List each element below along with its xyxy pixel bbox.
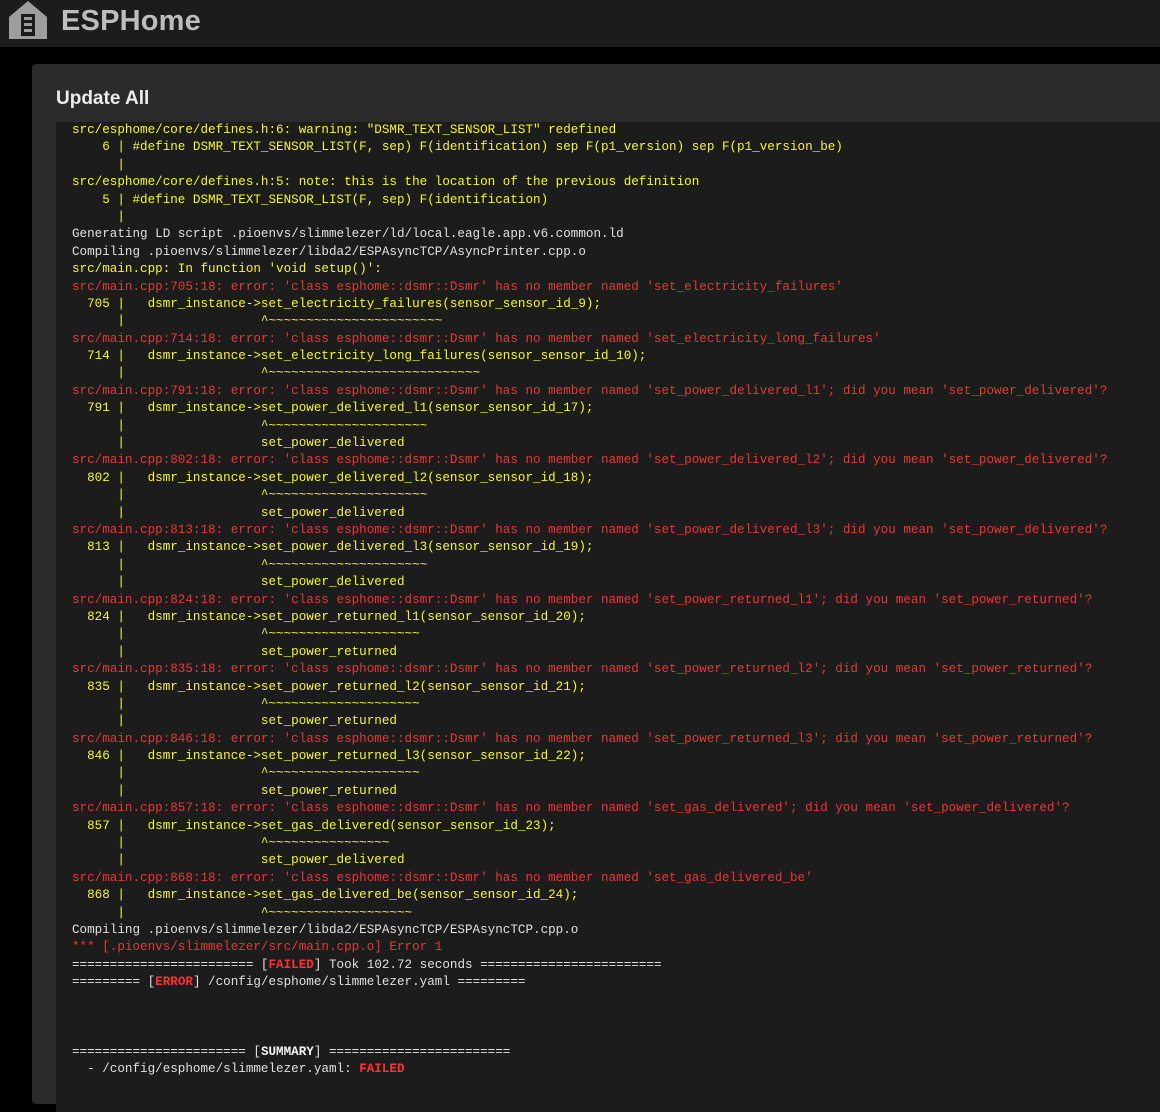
log-line: | ^~~~~~~~~~~~~~~~~~~~~~	[72, 418, 428, 433]
log-line: | ^~~~~~~~~~~~~~~~~~~~~~~~	[72, 314, 443, 329]
update-all-dialog: Update All src/esphome/core/defines.h:6:…	[32, 64, 1160, 1112]
log-line-segment: FAILED	[268, 957, 314, 972]
log-line: ========= [ERROR] /config/esphome/slimme…	[72, 974, 1160, 991]
log-line: | ^~~~~~~~~~~~~~~~~~~~	[72, 905, 413, 920]
log-line: | ^~~~~~~~~~~~~~~~~	[72, 836, 390, 851]
log-line: src/main.cpp:813:18: error: 'class espho…	[72, 522, 1108, 537]
esphome-house-icon[interactable]	[8, 0, 48, 40]
log-line: src/main.cpp:802:18: error: 'class espho…	[72, 453, 1108, 468]
log-line: | ^~~~~~~~~~~~~~~~~~~~~~~~~~~~~	[72, 366, 481, 381]
app-brand-title: ESPHome	[61, 5, 201, 37]
log-line: 714 | dsmr_instance->set_electricity_lon…	[72, 349, 647, 364]
log-line: src/main.cpp:791:18: error: 'class espho…	[72, 383, 1108, 398]
log-line: 5 | #define DSMR_TEXT_SENSOR_LIST(F, sep…	[72, 192, 549, 207]
log-line: src/main.cpp:714:18: error: 'class espho…	[72, 331, 881, 346]
log-line: 813 | dsmr_instance->set_power_delivered…	[72, 540, 594, 555]
log-line: src/main.cpp:846:18: error: 'class espho…	[72, 731, 1093, 746]
log-line-segment: SUMMARY	[260, 1044, 314, 1059]
log-line: src/main.cpp:705:18: error: 'class espho…	[72, 279, 843, 294]
log-line: 846 | dsmr_instance->set_power_returned_…	[72, 749, 586, 764]
log-line: | set_power_delivered	[72, 505, 405, 520]
log-line: ======================== [FAILED] Took 1…	[72, 957, 1160, 974]
log-line: src/main.cpp:824:18: error: 'class espho…	[72, 592, 1093, 607]
log-line-segment: ERROR	[155, 975, 193, 990]
log-line: |	[72, 209, 125, 224]
log-line: 824 | dsmr_instance->set_power_returned_…	[72, 609, 586, 624]
log-line: 802 | dsmr_instance->set_power_delivered…	[72, 470, 594, 485]
log-line: | set_power_returned	[72, 783, 397, 798]
log-line: 791 | dsmr_instance->set_power_delivered…	[72, 401, 594, 416]
log-line: src/main.cpp:857:18: error: 'class espho…	[72, 801, 1070, 816]
log-line-segment: ========= [	[72, 975, 156, 990]
log-line: src/main.cpp: In function 'void setup()'…	[72, 262, 382, 277]
log-line: | set_power_delivered	[72, 575, 405, 590]
log-line: src/esphome/core/defines.h:6: warning: "…	[72, 123, 617, 137]
log-line-segment: ======================= [	[72, 1044, 261, 1059]
log-line: | ^~~~~~~~~~~~~~~~~~~~~~	[72, 488, 428, 503]
log-line: | ^~~~~~~~~~~~~~~~~~~~~	[72, 627, 420, 642]
log-line: |	[72, 157, 125, 172]
log-line: | set_power_returned	[72, 644, 397, 659]
log-line: | set_power_delivered	[72, 436, 405, 451]
log-line: 868 | dsmr_instance->set_gas_delivered_b…	[72, 888, 579, 903]
log-line: | ^~~~~~~~~~~~~~~~~~~~~	[72, 766, 420, 781]
log-line-segment: - /config/esphome/slimmelezer.yaml:	[72, 1062, 360, 1077]
log-line-segment: FAILED	[359, 1062, 405, 1077]
log-lines: src/esphome/core/defines.h:6: warning: "…	[56, 122, 1160, 1078]
log-line: Compiling .pioenvs/slimmelezer/libda2/ES…	[72, 244, 586, 259]
log-line-segment: ======================== [	[72, 957, 269, 972]
compile-log-panel[interactable]: src/esphome/core/defines.h:6: warning: "…	[56, 122, 1160, 1112]
log-line: 705 | dsmr_instance->set_electricity_fai…	[72, 296, 602, 311]
log-line: 835 | dsmr_instance->set_power_returned_…	[72, 679, 586, 694]
log-line: | set_power_delivered	[72, 853, 405, 868]
log-line: src/main.cpp:835:18: error: 'class espho…	[72, 662, 1093, 677]
log-line-segment: ] ========================	[313, 1044, 511, 1059]
page-gutter	[0, 47, 32, 1090]
log-line: src/main.cpp:868:18: error: 'class espho…	[72, 870, 813, 885]
log-line-segment: ] /config/esphome/slimmelezer.yaml =====…	[192, 975, 526, 990]
log-line: src/esphome/core/defines.h:5: note: this…	[72, 175, 700, 190]
log-line: | ^~~~~~~~~~~~~~~~~~~~~	[72, 696, 420, 711]
dialog-title: Update All	[56, 88, 150, 109]
log-line: Generating LD script .pioenvs/slimmeleze…	[72, 227, 624, 242]
log-line: | set_power_returned	[72, 714, 397, 729]
log-line-segment: ] Took 102.72 seconds ==================…	[313, 957, 662, 972]
log-line: | ^~~~~~~~~~~~~~~~~~~~~~	[72, 557, 428, 572]
log-line: 857 | dsmr_instance->set_gas_delivered(s…	[72, 818, 556, 833]
log-line: ======================= [SUMMARY] ======…	[72, 1044, 1160, 1061]
log-line: 6 | #define DSMR_TEXT_SENSOR_LIST(F, sep…	[72, 140, 843, 155]
log-line: *** [.pioenvs/slimmelezer/src/main.cpp.o…	[72, 940, 443, 955]
top-app-bar: ESPHome	[0, 0, 1160, 47]
log-line: - /config/esphome/slimmelezer.yaml: FAIL…	[72, 1061, 1160, 1078]
log-line: Compiling .pioenvs/slimmelezer/libda2/ES…	[72, 922, 579, 937]
